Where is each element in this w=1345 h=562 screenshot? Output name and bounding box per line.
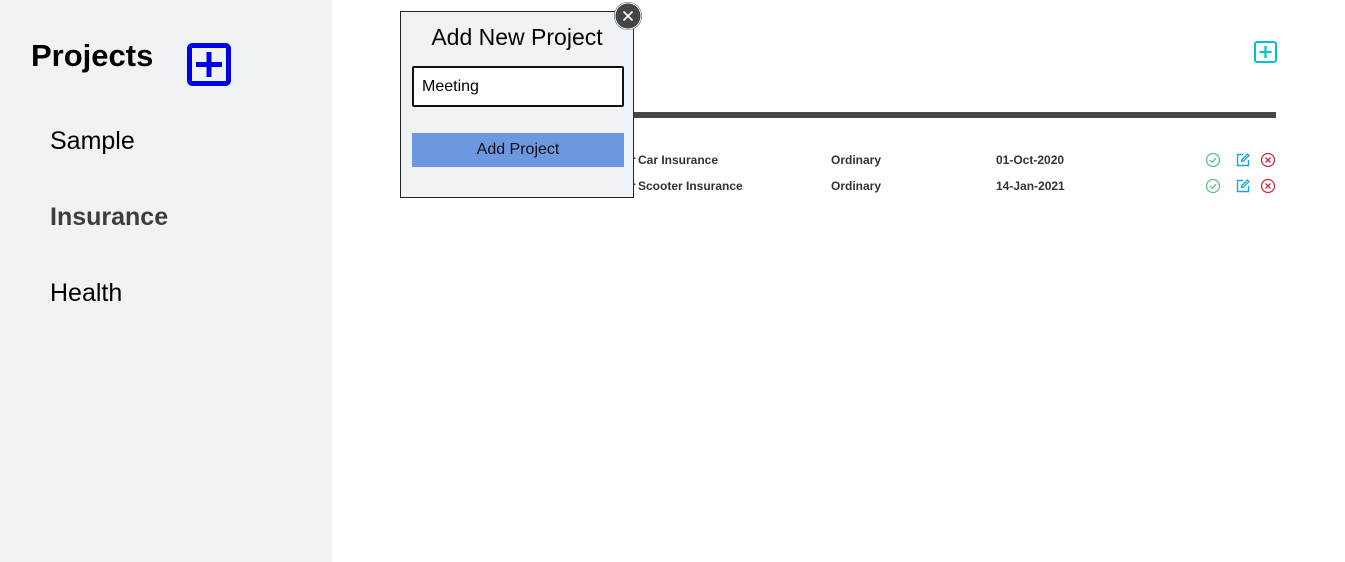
sidebar-item-insurance[interactable]: Insurance bbox=[50, 201, 168, 233]
close-icon[interactable] bbox=[614, 2, 642, 30]
check-circle-icon[interactable] bbox=[1205, 178, 1221, 194]
row-date: 14-Jan-2021 bbox=[996, 179, 1065, 193]
row-name: Scooter Insurance bbox=[638, 179, 743, 193]
row-type: Ordinary bbox=[831, 179, 882, 193]
close-circle-icon[interactable] bbox=[1260, 152, 1276, 168]
row-name: Car Insurance bbox=[638, 153, 719, 167]
add-project-modal: Add New Project Add Project bbox=[400, 11, 634, 198]
add-project-button[interactable] bbox=[187, 43, 231, 86]
project-name-input[interactable] bbox=[412, 66, 624, 107]
edit-icon[interactable] bbox=[1235, 178, 1251, 194]
sidebar: Projects Sample Insurance Health bbox=[0, 0, 332, 562]
modal-title: Add New Project bbox=[431, 24, 603, 50]
edit-icon[interactable] bbox=[1235, 152, 1251, 168]
close-circle-icon[interactable] bbox=[1260, 178, 1276, 194]
check-circle-icon[interactable] bbox=[1205, 152, 1221, 168]
row-type: Ordinary bbox=[831, 153, 882, 167]
sidebar-item-sample[interactable]: Sample bbox=[50, 125, 135, 157]
sidebar-item-health[interactable]: Health bbox=[50, 277, 122, 309]
add-project-submit-button[interactable]: Add Project bbox=[412, 133, 624, 167]
add-item-button[interactable] bbox=[1254, 41, 1277, 63]
sidebar-title: Projects bbox=[31, 38, 154, 73]
row-date: 01-Oct-2020 bbox=[996, 153, 1065, 167]
